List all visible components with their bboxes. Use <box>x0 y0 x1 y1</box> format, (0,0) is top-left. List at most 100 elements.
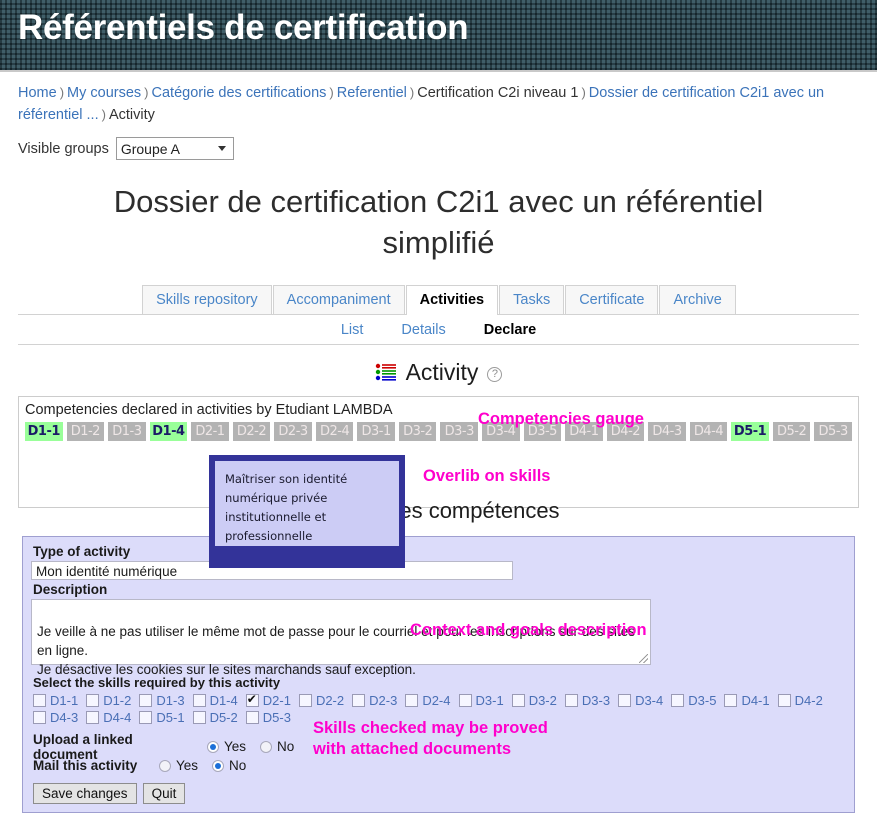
breadcrumb-item-1[interactable]: Home <box>18 85 57 101</box>
skill-checkbox-d4-4[interactable] <box>86 711 100 724</box>
activity-heading: Activity ? <box>0 359 877 386</box>
skill-option-d2-4[interactable]: D2-4 <box>405 693 451 708</box>
skill-checkbox-d2-2[interactable] <box>298 694 312 707</box>
tab-certificate[interactable]: Certificate <box>565 284 659 315</box>
skill-checkbox-d1-2[interactable] <box>86 694 100 707</box>
upload-yes-radio[interactable] <box>207 740 219 753</box>
gauge-badge-d2-2[interactable]: D2-2 <box>232 421 271 441</box>
skill-checkbox-d3-4[interactable] <box>618 694 632 707</box>
skill-checkbox-d2-3[interactable] <box>352 694 366 707</box>
upload-no-radio[interactable] <box>260 740 273 753</box>
breadcrumb-item-3[interactable]: Catégorie des certifications <box>152 85 327 101</box>
skill-option-d3-4[interactable]: D3-4 <box>618 693 663 708</box>
skill-label-d4-2: D4-2 <box>794 693 823 708</box>
tab-skills-repository[interactable]: Skills repository <box>142 284 272 315</box>
skill-option-d5-2[interactable]: D5-2 <box>192 710 238 725</box>
skill-checkbox-d3-1[interactable] <box>458 694 472 707</box>
skill-option-d3-3[interactable]: D3-3 <box>564 693 610 708</box>
help-icon[interactable]: ? <box>487 366 503 382</box>
subtab-list[interactable]: List <box>341 322 364 338</box>
skill-option-d2-3[interactable]: D2-3 <box>352 693 397 708</box>
skill-checkbox-d4-2[interactable] <box>777 694 791 707</box>
skill-option-d2-1[interactable]: D2-1 <box>245 692 291 708</box>
skill-checkbox-d3-3[interactable] <box>564 694 578 707</box>
breadcrumb-item-4[interactable]: Referentiel <box>337 85 407 101</box>
visible-groups-select[interactable]: Groupe A <box>115 137 234 160</box>
tab-activities[interactable]: Activities <box>405 284 499 315</box>
subtab-declare[interactable]: Declare <box>484 322 536 338</box>
upload-no-option[interactable]: No <box>260 739 294 754</box>
gauge-badge-d2-3[interactable]: D2-3 <box>274 421 312 441</box>
tab-bar: Skills repository Accompaniment Activities… <box>0 284 877 315</box>
upload-yes-option[interactable]: Yes <box>207 739 246 754</box>
breadcrumb-separator: ) <box>59 85 65 100</box>
activity-declaration-form: Type of activity Mon identité numérique … <box>22 536 855 813</box>
skill-label-d1-3: D1-3 <box>156 693 185 708</box>
quit-button[interactable]: Quit <box>142 783 186 804</box>
skill-checkbox-d1-4[interactable] <box>192 694 206 707</box>
subtab-details[interactable]: Details <box>401 322 445 338</box>
skill-option-d1-3[interactable]: D1-3 <box>139 693 185 708</box>
skill-option-d4-4[interactable]: D4-4 <box>86 710 131 725</box>
skill-tooltip-text: Maîtriser son identité numérique privée … <box>215 461 399 546</box>
skill-option-d5-3[interactable]: D5-3 <box>245 710 291 725</box>
skill-option-d3-1[interactable]: D3-1 <box>458 693 504 708</box>
skill-label-d5-3: D5-3 <box>262 710 291 725</box>
gauge-badge-d1-2[interactable]: D1-2 <box>66 421 105 441</box>
gauge-badge-d5-2[interactable]: D5-2 <box>772 421 811 441</box>
skill-checkbox-d1-1[interactable] <box>33 694 46 707</box>
skill-checkbox-d4-1[interactable] <box>724 694 738 707</box>
tab-archive[interactable]: Archive <box>659 284 736 315</box>
gauge-badge-d1-1[interactable]: D1-1 <box>25 421 63 441</box>
gauge-badge-d1-3[interactable]: D1-3 <box>108 421 146 441</box>
skill-label-d4-3: D4-3 <box>50 710 79 725</box>
skill-checkbox-d3-5[interactable] <box>671 694 685 707</box>
gauge-badge-d4-4[interactable]: D4-4 <box>689 421 728 441</box>
skill-option-d4-3[interactable]: D4-3 <box>33 710 78 725</box>
skill-label-d4-4: D4-4 <box>103 710 132 725</box>
breadcrumb-item-2[interactable]: My courses <box>67 85 141 101</box>
skill-checkbox-d2-1[interactable] <box>245 692 259 707</box>
gauge-badge-d2-1[interactable]: D2-1 <box>191 421 229 441</box>
resize-handle[interactable] <box>639 654 648 663</box>
subtabs-divider <box>18 343 859 345</box>
skill-checkbox-d5-2[interactable] <box>192 711 206 724</box>
gauge-badge-d2-4[interactable]: D2-4 <box>315 421 354 441</box>
mail-no-radio[interactable] <box>212 759 225 772</box>
gauge-caption: Competencies declared in activities by E… <box>25 401 393 418</box>
form-buttons: Save changes Quit <box>31 775 846 804</box>
skill-option-d3-5[interactable]: D3-5 <box>671 693 716 708</box>
gauge-badge-d5-3[interactable]: D5-3 <box>814 421 852 441</box>
mail-yes-radio[interactable] <box>159 759 171 772</box>
site-banner: Référentiels de certification <box>0 0 877 72</box>
skill-option-d2-2[interactable]: D2-2 <box>298 693 344 708</box>
subtab-bar: List Details Declare <box>0 315 877 344</box>
gauge-badge-d3-2[interactable]: D3-2 <box>398 421 437 441</box>
skill-option-d1-1[interactable]: D1-1 <box>33 693 78 708</box>
gauge-badge-d5-1[interactable]: D5-1 <box>731 421 769 441</box>
skill-option-d1-4[interactable]: D1-4 <box>192 693 238 708</box>
skill-option-d5-1[interactable]: D5-1 <box>139 710 185 725</box>
save-changes-button[interactable]: Save changes <box>33 783 137 804</box>
mail-no-option[interactable]: No <box>212 758 246 773</box>
skill-checkbox-d1-3[interactable] <box>139 694 153 707</box>
skill-option-d4-2[interactable]: D4-2 <box>777 693 823 708</box>
gauge-badge-d1-4[interactable]: D1-4 <box>149 421 188 441</box>
skill-checkbox-d5-1[interactable] <box>139 711 153 724</box>
mail-yes-option[interactable]: Yes <box>159 758 198 773</box>
skill-checkbox-d4-3[interactable] <box>33 711 46 724</box>
tab-tasks[interactable]: Tasks <box>499 284 565 315</box>
skill-label-d3-4: D3-4 <box>635 693 664 708</box>
gauge-badge-d3-1[interactable]: D3-1 <box>357 421 395 441</box>
skill-option-d3-2[interactable]: D3-2 <box>511 693 557 708</box>
gauge-badge-d4-3[interactable]: D4-3 <box>648 421 686 441</box>
skill-checkbox-d5-3[interactable] <box>245 711 259 724</box>
gauge-badge-d3-3[interactable]: D3-3 <box>440 421 479 441</box>
breadcrumb-separator: ) <box>581 85 586 100</box>
skill-option-d4-1[interactable]: D4-1 <box>724 693 770 708</box>
tab-accompaniment[interactable]: Accompaniment <box>272 284 405 315</box>
annotation-description: Context and goals description <box>410 621 647 639</box>
skill-option-d1-2[interactable]: D1-2 <box>86 693 131 708</box>
skill-checkbox-d3-2[interactable] <box>511 694 525 707</box>
skill-checkbox-d2-4[interactable] <box>405 694 419 707</box>
